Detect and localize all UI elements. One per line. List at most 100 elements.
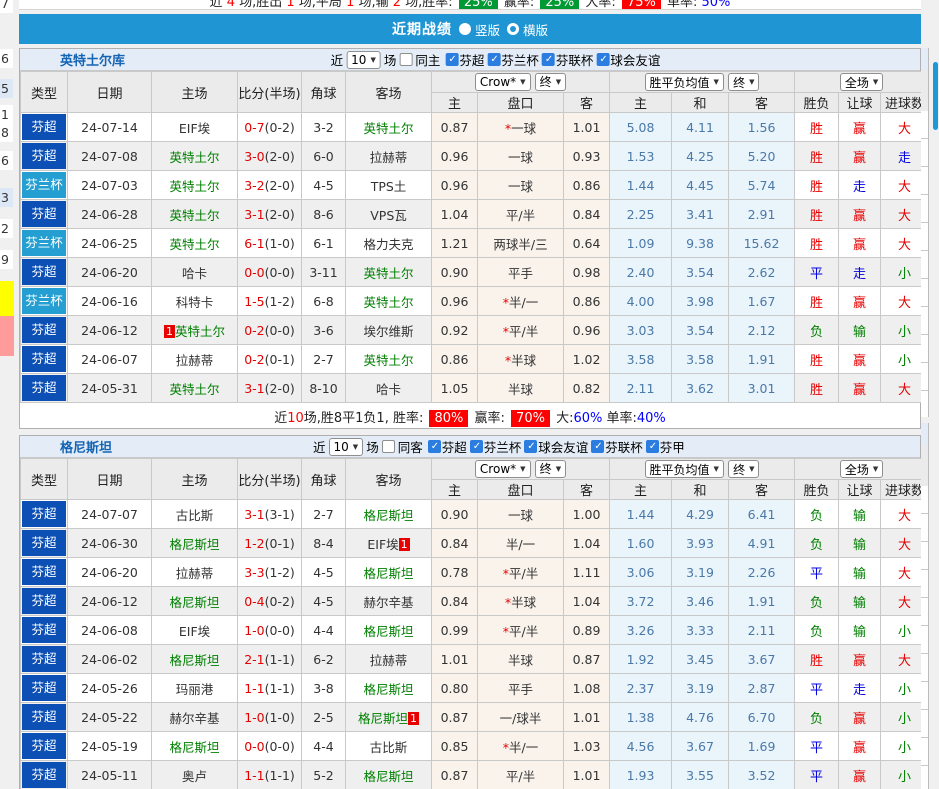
euro-final-select[interactable]: 终 ▼ bbox=[728, 73, 760, 91]
euro-final-select[interactable]: 终 ▼ bbox=[728, 460, 760, 478]
cell-asian-home-odds: 1.05 bbox=[431, 373, 478, 403]
radio-horizontal-icon[interactable] bbox=[507, 23, 519, 35]
rank-badge: 1 bbox=[398, 537, 410, 551]
cell-score: 1-2(0-1) bbox=[237, 528, 302, 558]
euro-odds-header: 胜平负均值 ▼ 终 ▼ bbox=[608, 71, 796, 93]
col-date: 日期 bbox=[67, 458, 152, 500]
asian-odds-header: Crow* ▼ 终 ▼ bbox=[431, 458, 610, 480]
main-column: 近 4 场,胜出 1 场,平局 1 场,输 2 场,胜率: 25% 赢率: 25… bbox=[19, 0, 930, 789]
col-euro-draw: 和 bbox=[671, 92, 729, 113]
handicap-star-icon: * bbox=[502, 323, 510, 339]
league-label: 芬超 bbox=[459, 53, 485, 68]
cell-euro-draw-odds: 4.11 bbox=[671, 112, 729, 142]
league-checkbox[interactable] bbox=[591, 440, 605, 453]
rank-badge: 1 bbox=[163, 324, 175, 338]
table1-title-row: 英特土尔库 近 10▼ 场 同主 芬超 芬兰杯 芬联杯 球会友谊 bbox=[20, 49, 920, 71]
cell-result: 平 bbox=[794, 673, 840, 703]
cell-asian-home-odds: 0.90 bbox=[431, 499, 478, 529]
cell-away-team: 格尼斯坦 bbox=[345, 615, 432, 645]
cell-asian-away-odds: 1.04 bbox=[563, 528, 610, 558]
cell-score: 0-4(0-2) bbox=[237, 586, 302, 616]
match-row: 芬兰杯 24-07-03 英特土尔 3-2(2-0) 4-5 TPS土 0.96 一球 0.86… bbox=[20, 170, 930, 200]
league-checkbox[interactable] bbox=[469, 440, 483, 453]
cell-euro-home-odds: 3.03 bbox=[609, 315, 672, 345]
scrollbar-thumb[interactable] bbox=[933, 62, 938, 130]
euro-avg-select[interactable]: 胜平负均值 ▼ bbox=[644, 460, 724, 478]
cell-date: 24-06-12 bbox=[67, 315, 152, 345]
cell-league-type: 芬兰杯 bbox=[20, 286, 68, 316]
stat-text: 赢率: bbox=[470, 411, 510, 426]
cell-league-type: 芬超 bbox=[20, 702, 68, 732]
cell-euro-draw-odds: 4.76 bbox=[671, 702, 729, 732]
cell-asian-away-odds: 0.84 bbox=[563, 199, 610, 229]
scope-select[interactable]: 全场 ▼ bbox=[839, 73, 884, 91]
cell-score: 3-2(2-0) bbox=[237, 170, 302, 200]
col-handicap: 让球 bbox=[838, 92, 882, 113]
cell-away-team: VPS瓦 bbox=[345, 199, 432, 229]
cell-euro-away-odds: 2.87 bbox=[727, 673, 796, 703]
cell-asian-handicap: *半球 bbox=[477, 344, 564, 374]
league-checkbox[interactable] bbox=[487, 53, 501, 66]
row-number-cell: 9 bbox=[0, 250, 13, 269]
league-label: 球会友谊 bbox=[538, 440, 589, 455]
match-row: 芬超 24-06-30 格尼斯坦 1-2(0-1) 8-4 EIF埃 1 0.84 半/一 1.0… bbox=[20, 528, 930, 558]
cell-asian-away-odds: 1.01 bbox=[563, 702, 610, 732]
cell-euro-home-odds: 3.06 bbox=[609, 557, 672, 587]
cell-euro-draw-odds: 3.98 bbox=[671, 286, 729, 316]
stats-summary-top-line: 近 4 场,胜出 1 场,平局 1 场,输 2 场,胜率: 25% 赢率: 25… bbox=[19, 0, 921, 10]
cell-away-team: 古比斯 bbox=[345, 731, 432, 761]
layout-option-horizontal[interactable]: 横版 bbox=[507, 20, 548, 39]
chevron-down-icon: ▼ bbox=[749, 78, 755, 86]
stat-text: 50% bbox=[701, 0, 731, 10]
cell-handicap-result: 赢 bbox=[838, 644, 882, 674]
cell-date: 24-06-30 bbox=[67, 528, 152, 558]
same-venue-checkbox[interactable] bbox=[399, 53, 413, 66]
chevron-down-icon: ▼ bbox=[713, 465, 719, 473]
cell-league-type: 芬超 bbox=[20, 373, 68, 403]
games-label: 场 bbox=[366, 440, 379, 455]
odds-final-select[interactable]: 终 ▼ bbox=[534, 72, 567, 91]
cell-result: 胜 bbox=[794, 141, 840, 171]
match-row: 芬超 24-06-12 1 英特土尔 0-2(0-0) 3-6 埃尔维斯 0.92 *平/半 0.… bbox=[20, 315, 930, 345]
near-count-select[interactable]: 10 ▼ bbox=[346, 50, 381, 69]
odds-source-select[interactable]: Crow* ▼ bbox=[474, 73, 531, 92]
league-checkbox[interactable] bbox=[645, 440, 659, 453]
match-row: 芬超 24-05-31 英特土尔 3-1(2-0) 8-10 哈卡 1.05 半球 0.82 2.… bbox=[20, 373, 930, 403]
col-result: 胜负 bbox=[794, 479, 840, 500]
handicap-star-icon: * bbox=[504, 120, 512, 136]
cell-asian-away-odds: 1.01 bbox=[563, 760, 610, 789]
cell-euro-draw-odds: 3.19 bbox=[671, 673, 729, 703]
cell-home-team: 格尼斯坦 bbox=[151, 586, 238, 616]
league-checkbox[interactable] bbox=[596, 53, 610, 66]
layout-option-vertical[interactable]: 竖版 bbox=[458, 20, 500, 39]
near-count-select[interactable]: 10 ▼ bbox=[328, 437, 364, 456]
col-score: 比分(半场) bbox=[237, 71, 302, 113]
league-checkbox[interactable] bbox=[427, 440, 441, 453]
cell-league-type: 芬超 bbox=[20, 760, 68, 789]
radio-vertical-icon[interactable] bbox=[458, 23, 471, 35]
cell-asian-handicap: 平/半 bbox=[477, 760, 564, 789]
odds-source-select[interactable]: Crow* ▼ bbox=[474, 460, 531, 479]
col-away: 客场 bbox=[345, 71, 432, 113]
handicap-star-icon: * bbox=[502, 565, 510, 581]
cell-euro-away-odds: 2.11 bbox=[727, 615, 796, 645]
league-checkbox[interactable] bbox=[445, 53, 459, 66]
odds-final-select[interactable]: 终 ▼ bbox=[534, 459, 567, 478]
euro-avg-select[interactable]: 胜平负均值 ▼ bbox=[644, 73, 724, 91]
col-asian-home: 主 bbox=[431, 479, 478, 500]
cell-league-type: 芬超 bbox=[20, 112, 68, 142]
same-venue-checkbox[interactable] bbox=[381, 440, 395, 453]
cell-handicap-result: 输 bbox=[838, 528, 882, 558]
cell-euro-away-odds: 1.67 bbox=[727, 286, 796, 316]
cell-league-type: 芬超 bbox=[20, 499, 68, 529]
league-checkbox[interactable] bbox=[524, 440, 538, 453]
cell-asian-handicap: *一球 bbox=[477, 112, 564, 142]
league-checkbox[interactable] bbox=[541, 53, 555, 66]
col-away: 客场 bbox=[345, 458, 432, 500]
cell-date: 24-05-11 bbox=[67, 760, 152, 789]
col-home: 主场 bbox=[151, 458, 238, 500]
cell-corners: 6-1 bbox=[301, 228, 346, 258]
scope-select[interactable]: 全场 ▼ bbox=[839, 460, 884, 478]
cell-asian-handicap: *平/半 bbox=[477, 557, 564, 587]
chevron-down-icon: ▼ bbox=[352, 442, 359, 451]
